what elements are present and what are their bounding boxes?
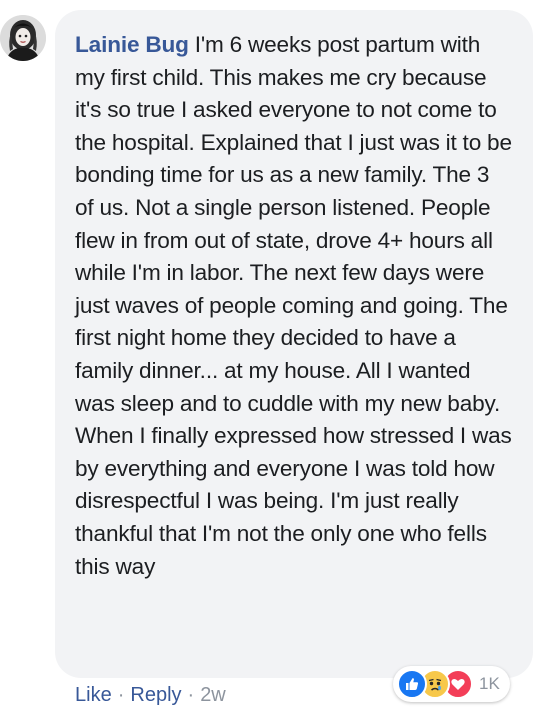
profile-photo-icon	[0, 15, 46, 61]
comment-actions: Like · Reply · 2w	[75, 684, 226, 707]
separator: ·	[187, 684, 195, 706]
author-name-link[interactable]: Lainie Bug	[75, 32, 189, 57]
like-button[interactable]: Like	[75, 684, 112, 706]
reply-button[interactable]: Reply	[130, 684, 181, 706]
comment-body: I'm 6 weeks post partum with my first ch…	[75, 32, 512, 579]
comment-text: Lainie Bug I'm 6 weeks post partum with …	[75, 29, 513, 583]
avatar[interactable]	[0, 15, 46, 61]
separator: ·	[117, 684, 125, 706]
reaction-count: 1K	[479, 674, 500, 693]
like-reaction-icon	[397, 669, 427, 699]
reactions-summary[interactable]: 1K	[393, 666, 510, 702]
timestamp[interactable]: 2w	[200, 684, 226, 706]
comment-bubble: Lainie Bug I'm 6 weeks post partum with …	[55, 10, 533, 678]
